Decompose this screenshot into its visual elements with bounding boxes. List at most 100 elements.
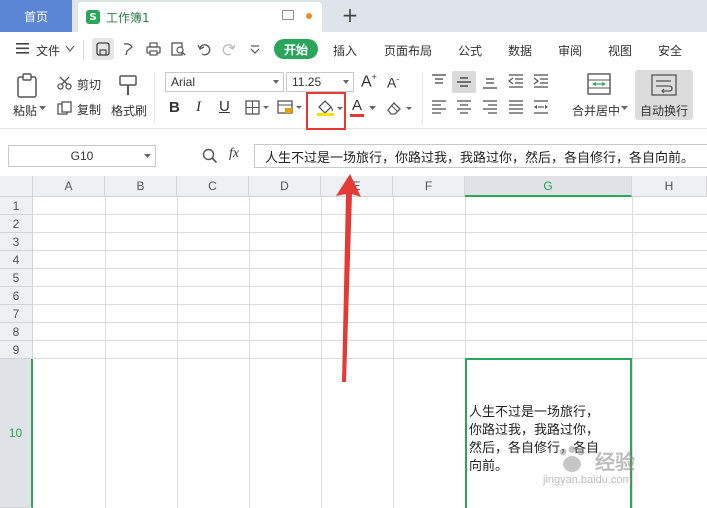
divider (422, 72, 423, 124)
borders-icon[interactable] (245, 100, 271, 115)
gridline (105, 197, 106, 508)
unsaved-dot-icon (306, 13, 312, 19)
chevron-down-icon[interactable] (39, 106, 46, 111)
column-header[interactable]: F (393, 176, 465, 197)
chevron-down-icon[interactable] (66, 46, 74, 52)
merge-center-button[interactable]: 合并居中 (572, 102, 620, 119)
format-painter-button[interactable]: 格式刷 (111, 102, 147, 119)
watermark-brand: 经验 (595, 450, 635, 474)
print-icon[interactable] (146, 42, 161, 56)
cut-button[interactable]: 剪切 (77, 76, 101, 93)
copy-icon[interactable] (57, 101, 72, 115)
menu-start[interactable]: 开始 (274, 39, 318, 59)
font-name-value: Arial (171, 75, 196, 89)
gridline (33, 250, 707, 251)
watermark-url: jingyan.baidu.com (543, 474, 632, 486)
row-header[interactable]: 6 (0, 287, 33, 305)
row-header[interactable]: 5 (0, 269, 33, 287)
column-header[interactable]: H (632, 176, 707, 197)
row-header[interactable]: 2 (0, 215, 33, 233)
font-size-select[interactable]: 11.25 (286, 72, 354, 92)
menu-page-layout[interactable]: 页面布局 (384, 42, 432, 59)
row-header[interactable]: 4 (0, 251, 33, 269)
underline-button[interactable]: U (219, 98, 230, 115)
cell-text-line: 你路过我，我路过你， (469, 423, 600, 438)
monitor-icon[interactable] (282, 10, 294, 20)
chevron-down-icon[interactable] (369, 106, 376, 111)
chevron-down-icon (273, 80, 279, 84)
row-header[interactable]: 9 (0, 341, 33, 359)
chevron-down-icon[interactable] (144, 154, 151, 159)
divider (83, 40, 84, 60)
paw-logo-icon (559, 446, 585, 472)
wrap-text-label: 自动换行 (640, 104, 689, 118)
hamburger-icon[interactable] (16, 43, 30, 54)
column-header[interactable]: A (33, 176, 105, 197)
bold-button[interactable]: B (169, 99, 180, 116)
chevron-down-icon[interactable] (621, 106, 628, 111)
gridline (33, 286, 707, 287)
menu-data[interactable]: 数据 (508, 42, 532, 59)
increase-indent-icon[interactable] (533, 74, 549, 88)
justify-icon[interactable] (508, 100, 524, 114)
align-right-icon[interactable] (482, 100, 498, 114)
font-size-value: 11.25 (292, 75, 322, 89)
gridline (33, 214, 707, 215)
name-box[interactable]: G10 (8, 145, 156, 167)
increase-font-icon[interactable]: A+ (361, 72, 377, 91)
menu-file[interactable]: 文件 (36, 42, 60, 59)
format-painter-icon[interactable] (118, 73, 140, 97)
row-header[interactable]: 8 (0, 323, 33, 341)
column-header-selected[interactable]: G (465, 176, 632, 197)
gridline (393, 197, 394, 508)
menu-view[interactable]: 视图 (608, 42, 632, 59)
paste-icon[interactable] (16, 73, 40, 99)
menu-insert[interactable]: 插入 (333, 42, 357, 59)
align-bottom-icon[interactable] (482, 75, 498, 89)
row-header[interactable]: 1 (0, 197, 33, 215)
gridline (33, 232, 707, 233)
merge-center-icon[interactable] (587, 73, 611, 95)
decrease-indent-icon[interactable] (508, 74, 524, 88)
column-header[interactable]: B (105, 176, 177, 197)
italic-button[interactable]: I (196, 99, 201, 116)
redo-icon[interactable] (222, 42, 236, 56)
gridline (33, 322, 707, 323)
zoom-search-icon[interactable] (202, 148, 218, 164)
align-center-icon[interactable] (456, 100, 472, 114)
brush-icon[interactable] (121, 42, 135, 56)
add-tab-button[interactable]: + (340, 4, 360, 26)
align-top-icon[interactable] (431, 74, 447, 88)
undo-icon[interactable] (197, 42, 211, 56)
gridline (33, 304, 707, 305)
gridline (33, 340, 707, 341)
name-box-value: G10 (70, 149, 94, 163)
column-header[interactable]: C (177, 176, 249, 197)
row-header-selected[interactable]: 10 (0, 359, 33, 508)
print-preview-icon[interactable] (171, 42, 186, 56)
column-header[interactable]: D (249, 176, 321, 197)
chevron-down-icon (343, 80, 349, 84)
tab-home[interactable]: 首页 (0, 0, 72, 32)
scissors-icon[interactable] (57, 76, 72, 90)
menu-formula[interactable]: 公式 (458, 42, 482, 59)
fill-color-highlight-box (306, 92, 346, 130)
fx-icon[interactable]: fx (229, 146, 239, 162)
font-color-button[interactable]: A (352, 97, 362, 114)
cell-style-icon[interactable] (277, 100, 303, 115)
distributed-icon[interactable] (533, 100, 549, 114)
paste-button[interactable]: 粘贴 (13, 102, 37, 119)
eraser-icon[interactable] (386, 100, 414, 116)
copy-button[interactable]: 复制 (77, 101, 101, 118)
gridline (321, 197, 322, 508)
row-header[interactable]: 3 (0, 233, 33, 251)
row-header[interactable]: 7 (0, 305, 33, 323)
align-left-icon[interactable] (431, 100, 447, 114)
more-dropdown-icon[interactable] (250, 45, 260, 54)
menu-review[interactable]: 审阅 (558, 42, 582, 59)
formula-input[interactable]: 人生不过是一场旅行，你路过我，我路过你，然后，各自修行，各自向前。 (254, 144, 707, 168)
select-all-corner[interactable] (0, 176, 33, 197)
decrease-font-icon[interactable]: A- (387, 74, 399, 91)
menu-security[interactable]: 安全 (658, 42, 682, 59)
font-name-select[interactable]: Arial (165, 72, 284, 92)
